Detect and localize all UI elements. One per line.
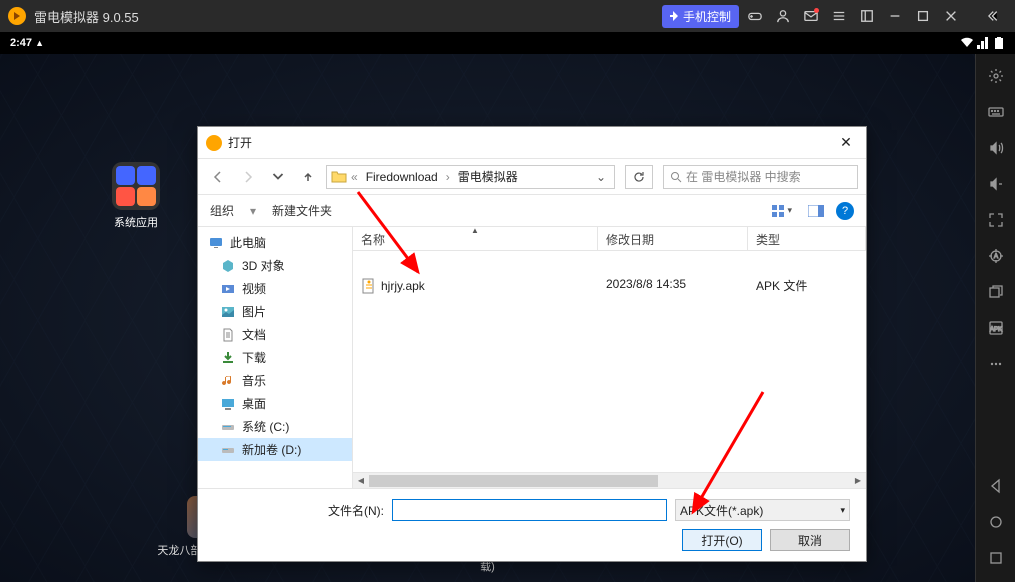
dialog-titlebar: 打开 ✕ bbox=[198, 127, 866, 159]
sidebar-install-apk-icon[interactable]: APK bbox=[982, 314, 1010, 342]
path-dropdown-button[interactable]: ⌄ bbox=[592, 170, 610, 184]
dialog-footer: 文件名(N): APK文件(*.apk)▾ 打开(O) 取消 bbox=[198, 488, 866, 561]
nav-recent-dropdown[interactable] bbox=[266, 165, 290, 189]
nav-back-button[interactable] bbox=[206, 165, 230, 189]
apk-file-icon bbox=[361, 278, 377, 294]
cancel-button[interactable]: 取消 bbox=[770, 529, 850, 551]
filename-input[interactable] bbox=[392, 499, 667, 521]
tree-item-3d[interactable]: 3D 对象 bbox=[198, 254, 352, 277]
user-icon[interactable] bbox=[771, 4, 795, 28]
android-recent-button[interactable] bbox=[982, 544, 1010, 572]
nav-up-button[interactable] bbox=[296, 165, 320, 189]
desktop-folder-system-apps[interactable]: 系统应用 bbox=[108, 162, 164, 230]
folder-tree[interactable]: 此电脑 3D 对象 视频 图片 文档 下载 音乐 桌面 系统 (C:) 新加卷 … bbox=[198, 227, 353, 488]
android-back-button[interactable] bbox=[982, 472, 1010, 500]
sidebar-keyboard-icon[interactable] bbox=[982, 98, 1010, 126]
list-header: 名称▲ 修改日期 类型 bbox=[353, 227, 866, 251]
list-rows[interactable]: hjrjy.apk 2023/8/8 14:35 APK 文件 bbox=[353, 251, 866, 472]
status-time: 2:47 bbox=[10, 37, 32, 49]
svg-text:A: A bbox=[993, 254, 997, 260]
refresh-button[interactable] bbox=[625, 165, 653, 189]
tree-item-disk-d[interactable]: 新加卷 (D:) bbox=[198, 438, 352, 461]
tree-item-pc[interactable]: 此电脑 bbox=[198, 231, 352, 254]
wifi-icon bbox=[961, 37, 973, 49]
app-titlebar: 雷电模拟器 9.0.55 手机控制 bbox=[0, 0, 1015, 32]
tree-item-video[interactable]: 视频 bbox=[198, 277, 352, 300]
gamepad-icon[interactable] bbox=[743, 4, 767, 28]
file-row[interactable]: hjrjy.apk 2023/8/8 14:35 APK 文件 bbox=[353, 271, 866, 300]
path-segment-1[interactable]: 雷电模拟器 bbox=[454, 166, 522, 187]
tree-item-desktop[interactable]: 桌面 bbox=[198, 392, 352, 415]
tree-item-doc[interactable]: 文档 bbox=[198, 323, 352, 346]
tree-item-download[interactable]: 下载 bbox=[198, 346, 352, 369]
horizontal-scrollbar[interactable]: ◀▶ bbox=[353, 472, 866, 488]
dialog-nav-bar: « Firedownload › 雷电模拟器 ⌄ 在 雷电模拟器 中搜索 bbox=[198, 159, 866, 195]
search-icon bbox=[670, 171, 682, 183]
minimize-button[interactable] bbox=[883, 4, 907, 28]
sidebar-more-icon[interactable] bbox=[982, 350, 1010, 378]
app-logo-icon bbox=[8, 7, 26, 25]
open-button[interactable]: 打开(O) bbox=[682, 529, 762, 551]
app-title: 雷电模拟器 9.0.55 bbox=[34, 7, 662, 26]
sidebar-settings-icon[interactable] bbox=[982, 62, 1010, 90]
path-segment-0[interactable]: Firedownload bbox=[362, 168, 442, 186]
file-list: 名称▲ 修改日期 类型 hjrjy.apk 2023/8/8 14:35 APK… bbox=[353, 227, 866, 488]
preview-pane-button[interactable] bbox=[804, 203, 828, 219]
file-type-filter[interactable]: APK文件(*.apk)▾ bbox=[675, 499, 850, 521]
column-type[interactable]: 类型 bbox=[748, 227, 866, 250]
path-bar[interactable]: « Firedownload › 雷电模拟器 ⌄ bbox=[326, 165, 615, 189]
search-input[interactable]: 在 雷电模拟器 中搜索 bbox=[663, 165, 858, 189]
column-date[interactable]: 修改日期 bbox=[598, 227, 748, 250]
filename-label: 文件名(N): bbox=[214, 502, 384, 519]
sidebar-volume-down-icon[interactable] bbox=[982, 170, 1010, 198]
help-button[interactable]: ? bbox=[836, 202, 854, 220]
maximize-button[interactable] bbox=[911, 4, 935, 28]
menu-icon[interactable] bbox=[827, 4, 851, 28]
battery-icon bbox=[993, 37, 1005, 49]
new-folder-button[interactable]: 新建文件夹 bbox=[272, 202, 332, 219]
folder-icon bbox=[331, 169, 347, 185]
dialog-title: 打开 bbox=[228, 134, 252, 151]
emulator-desktop[interactable]: 系统应用 天龙八部2: 飞龙战天 全民江湖 秦时明月: 沧海 (预下载) 天命传… bbox=[0, 54, 975, 582]
android-home-button[interactable] bbox=[982, 508, 1010, 536]
sidebar-multi-instance-icon[interactable] bbox=[982, 278, 1010, 306]
sidebar-fullscreen-icon[interactable] bbox=[982, 206, 1010, 234]
column-name[interactable]: 名称▲ bbox=[353, 227, 598, 250]
tree-item-disk-c[interactable]: 系统 (C:) bbox=[198, 415, 352, 438]
close-button[interactable] bbox=[939, 4, 963, 28]
mail-icon[interactable] bbox=[799, 4, 823, 28]
sidebar-volume-up-icon[interactable] bbox=[982, 134, 1010, 162]
dialog-close-button[interactable]: ✕ bbox=[834, 131, 858, 155]
tree-item-image[interactable]: 图片 bbox=[198, 300, 352, 323]
sidebar-locate-icon[interactable]: A bbox=[982, 242, 1010, 270]
view-mode-button[interactable]: ▾ bbox=[767, 202, 796, 220]
tree-item-music[interactable]: 音乐 bbox=[198, 369, 352, 392]
emulator-sidebar: A APK bbox=[975, 54, 1015, 582]
collapse-sidebar-icon[interactable] bbox=[983, 4, 1007, 28]
phone-control-button[interactable]: 手机控制 bbox=[662, 5, 739, 28]
nav-forward-button[interactable] bbox=[236, 165, 260, 189]
android-status-bar: 2:47 ▲ bbox=[0, 32, 1015, 54]
file-open-dialog: 打开 ✕ « Firedownload › 雷电模拟器 ⌄ bbox=[197, 126, 867, 562]
expand-icon[interactable] bbox=[855, 4, 879, 28]
dialog-toolbar: 组织▾ 新建文件夹 ▾ ? bbox=[198, 195, 866, 227]
folder-icon bbox=[112, 162, 160, 210]
organize-button[interactable]: 组织 bbox=[210, 202, 234, 219]
svg-text:APK: APK bbox=[989, 327, 1001, 333]
dialog-logo-icon bbox=[206, 135, 222, 151]
signal-icon bbox=[977, 37, 989, 49]
